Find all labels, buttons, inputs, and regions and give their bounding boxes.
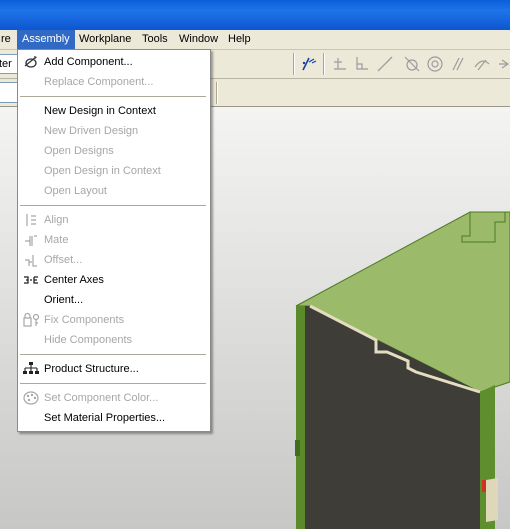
fix-components-icon	[22, 312, 40, 328]
menu-item-label: Fix Components	[44, 314, 125, 326]
window-title-bar	[0, 0, 510, 30]
menu-item-label: Open Layout	[44, 185, 107, 197]
menu-separator	[20, 205, 206, 206]
menu-item-label: Open Designs	[44, 145, 114, 157]
offset-icon	[22, 252, 40, 268]
menu-window[interactable]: Window	[174, 30, 223, 49]
menu-item-label: Center Axes	[44, 274, 104, 286]
menu-help[interactable]: Help	[223, 30, 256, 49]
concentric-icon[interactable]	[425, 54, 445, 74]
assembly-menu-dropdown: Add Component... Replace Component... Ne…	[17, 49, 211, 432]
menu-assembly[interactable]: Assembly	[17, 30, 75, 49]
menu-workplane[interactable]: Workplane	[74, 30, 136, 49]
tangent-circle-icon[interactable]	[402, 54, 422, 74]
product-structure-icon	[22, 361, 40, 377]
menu-file[interactable]: re	[0, 30, 16, 49]
menu-item-open-design-in-context[interactable]: Open Design in Context	[18, 161, 210, 181]
toolbar-separator	[216, 82, 218, 104]
menu-item-product-structure[interactable]: Product Structure...	[18, 359, 210, 379]
menu-separator	[20, 96, 206, 97]
menu-item-new-design-in-context[interactable]: New Design in Context	[18, 101, 210, 121]
menu-item-fix-components[interactable]: Fix Components	[18, 310, 210, 330]
menu-item-new-driven-design[interactable]: New Driven Design	[18, 121, 210, 141]
toolbar-separator	[293, 53, 295, 75]
menu-item-set-material-properties[interactable]: Set Material Properties...	[18, 408, 210, 428]
menu-item-label: Orient...	[44, 294, 84, 306]
menu-bar: re Assembly Workplane Tools Window Help	[0, 30, 510, 50]
menu-item-label: Set Material Properties...	[44, 412, 166, 424]
menu-item-replace-component[interactable]: Replace Component...	[18, 72, 210, 92]
fix-constraint-icon[interactable]	[496, 54, 510, 74]
menu-item-label: New Design in Context	[44, 105, 156, 117]
menu-separator	[20, 354, 206, 355]
menu-item-mate[interactable]: Mate	[18, 230, 210, 250]
menu-item-label: Offset...	[44, 254, 83, 266]
menu-item-set-component-color[interactable]: Set Component Color...	[18, 388, 210, 408]
menu-tools[interactable]: Tools	[137, 30, 173, 49]
model-left-edge	[296, 306, 305, 529]
menu-item-label: Add Component...	[44, 56, 133, 68]
menu-item-label: Hide Components	[44, 334, 133, 346]
red-edge	[482, 480, 486, 492]
toolbar-separator	[323, 53, 325, 75]
menu-item-offset[interactable]: Offset...	[18, 250, 210, 270]
text-style-combo[interactable]: ter A	[0, 54, 18, 74]
menu-item-add-component[interactable]: Add Component...	[18, 52, 210, 72]
menu-item-label: Open Design in Context	[44, 165, 161, 177]
menu-item-open-layout[interactable]: Open Layout	[18, 181, 210, 201]
tangent-line-icon[interactable]	[375, 54, 395, 74]
menu-item-label: Align	[44, 214, 69, 226]
menu-item-label: New Driven Design	[44, 125, 139, 137]
color-palette-icon	[22, 390, 40, 406]
menu-item-center-axes[interactable]: Center Axes	[18, 270, 210, 290]
align-icon	[22, 212, 40, 228]
left-slot	[295, 440, 300, 456]
menu-item-label: Set Component Color...	[44, 392, 159, 404]
perpendicular-constraint-icon[interactable]	[330, 54, 350, 74]
mate-icon	[22, 232, 40, 248]
symmetric-constraint-icon[interactable]	[472, 54, 492, 74]
add-component-icon	[22, 54, 40, 70]
auto-constrain-icon[interactable]	[299, 54, 319, 74]
menu-item-hide-components[interactable]: Hide Components	[18, 330, 210, 350]
menu-item-label: Mate	[44, 234, 69, 246]
right-angle-constraint-icon[interactable]	[352, 54, 372, 74]
center-axes-icon	[22, 272, 40, 288]
menu-separator	[20, 383, 206, 384]
right-slot	[486, 478, 498, 522]
parallel-constraint-icon[interactable]	[448, 54, 468, 74]
menu-item-label: Product Structure...	[44, 363, 139, 375]
menu-item-align[interactable]: Align	[18, 210, 210, 230]
menu-item-label: Replace Component...	[44, 76, 154, 88]
menu-item-orient[interactable]: Orient...	[18, 290, 210, 310]
menu-item-open-designs[interactable]: Open Designs	[18, 141, 210, 161]
